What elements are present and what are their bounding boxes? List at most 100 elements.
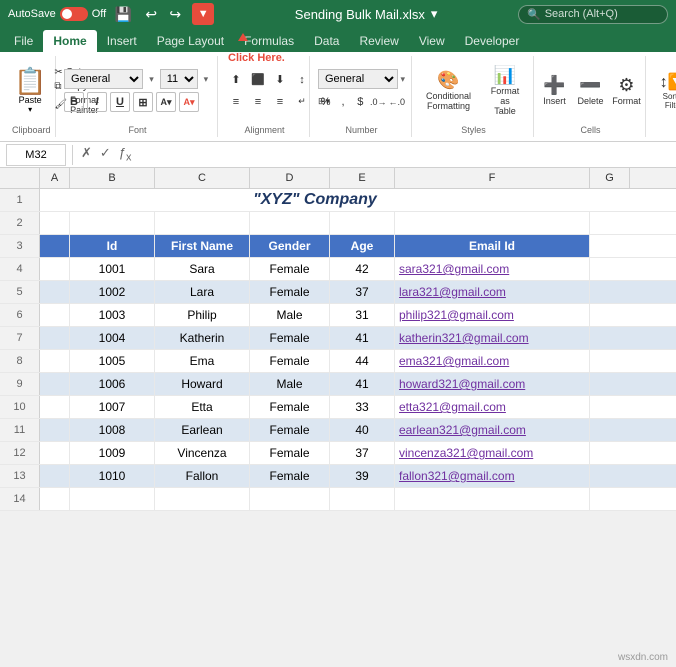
cell-name[interactable]: Earlean [155,419,250,441]
cell[interactable] [40,396,70,418]
cell-age[interactable]: 41 [330,373,395,395]
undo-button[interactable]: ↩ [140,3,162,25]
delete-cells-button[interactable]: ➖ Delete [575,73,607,108]
cell[interactable] [40,235,70,257]
cell-gender[interactable]: Female [250,350,330,372]
cell-name[interactable]: Etta [155,396,250,418]
cell-email[interactable]: etta321@gmail.com [395,396,590,418]
cell[interactable] [330,488,395,510]
cell-email[interactable]: vincenza321@gmail.com [395,442,590,464]
number-format-select[interactable]: General [318,69,398,89]
cell-email[interactable]: fallon321@gmail.com [395,465,590,487]
insert-function-icon[interactable]: ƒx [117,143,134,166]
cell-age[interactable]: 37 [330,281,395,303]
cell[interactable] [40,465,70,487]
search-box[interactable]: 🔍 Search (Alt+Q) [518,5,668,24]
cell-name[interactable]: Vincenza [155,442,250,464]
cell-age[interactable]: 31 [330,304,395,326]
italic-button[interactable]: I [87,92,107,112]
cell-email[interactable]: sara321@gmail.com [395,258,590,280]
tab-developer[interactable]: Developer [455,30,530,52]
cell-gender[interactable]: Female [250,465,330,487]
tab-review[interactable]: Review [349,30,408,52]
cell[interactable] [40,258,70,280]
font-name-select[interactable]: General [64,69,143,89]
sort-filter-button[interactable]: ↕🔽 Sort & Filter [654,70,676,112]
cell-name[interactable]: Ema [155,350,250,372]
quick-access-button[interactable]: ▼ [192,3,214,25]
cell-gender[interactable]: Female [250,258,330,280]
align-middle-button[interactable]: ⬛ [248,70,268,90]
cell-gender[interactable]: Female [250,419,330,441]
cell[interactable] [40,304,70,326]
paste-button[interactable]: 📋 Paste ▾ [12,66,48,116]
tab-data[interactable]: Data [304,30,349,52]
font-name-dropdown[interactable]: ▾ [146,69,156,89]
cell-id[interactable]: 1002 [70,281,155,303]
increase-decimal-button[interactable]: .0→ [370,92,387,112]
percent-button[interactable]: % [318,92,333,112]
cell[interactable] [330,212,395,234]
currency-button[interactable]: $ [353,92,368,112]
cell[interactable] [395,488,590,510]
format-as-table-button[interactable]: 📊 Format as Table [483,63,527,118]
align-left-button[interactable]: ≡ [226,92,246,112]
formula-input[interactable] [137,144,670,166]
cell[interactable] [155,212,250,234]
cell-age[interactable]: 42 [330,258,395,280]
align-top-button[interactable]: ⬆ [226,70,246,90]
cell[interactable] [70,488,155,510]
cell-gender[interactable]: Female [250,442,330,464]
text-direction-button[interactable]: ↕ [292,70,312,90]
cell-age[interactable]: 33 [330,396,395,418]
number-format-dropdown[interactable]: ▾ [400,74,405,85]
cell-name[interactable]: Katherin [155,327,250,349]
align-bottom-button[interactable]: ⬇ [270,70,290,90]
cell-gender[interactable]: Female [250,327,330,349]
decrease-decimal-button[interactable]: ←.0 [389,92,406,112]
cell-name[interactable]: Fallon [155,465,250,487]
cell-age[interactable]: 44 [330,350,395,372]
font-size-select[interactable]: 11 [160,69,198,89]
cell[interactable] [40,419,70,441]
cell[interactable] [250,212,330,234]
autosave-toggle[interactable] [60,7,88,21]
font-color-button[interactable]: A▾ [179,92,199,112]
save-button[interactable]: 💾 [112,3,134,25]
tab-view[interactable]: View [409,30,455,52]
cell-name[interactable]: Howard [155,373,250,395]
cell[interactable] [40,212,70,234]
cell-id[interactable]: 1001 [70,258,155,280]
cell-name[interactable]: Lara [155,281,250,303]
cell-age[interactable]: 39 [330,465,395,487]
cell[interactable] [40,327,70,349]
cell[interactable] [155,488,250,510]
underline-button[interactable]: U [110,92,130,112]
cell-email[interactable]: howard321@gmail.com [395,373,590,395]
cell-email[interactable]: philip321@gmail.com [395,304,590,326]
cell-gender[interactable]: Male [250,304,330,326]
cell-id[interactable]: 1004 [70,327,155,349]
cancel-formula-icon[interactable]: ✗ [79,143,94,166]
cell[interactable] [395,212,590,234]
tab-insert[interactable]: Insert [97,30,147,52]
fill-color-button[interactable]: A▾ [156,92,176,112]
cell-id[interactable]: 1008 [70,419,155,441]
tab-page-layout[interactable]: Page Layout [147,30,234,52]
bold-button[interactable]: B [64,92,84,112]
cell-id[interactable]: 1005 [70,350,155,372]
cell-email[interactable]: ema321@gmail.com [395,350,590,372]
cell-reference-input[interactable] [6,144,66,166]
cell[interactable] [40,373,70,395]
autosave-control[interactable]: AutoSave Off [8,7,106,21]
cell-gender[interactable]: Female [250,396,330,418]
cell-name[interactable]: Philip [155,304,250,326]
cell-email[interactable]: katherin321@gmail.com [395,327,590,349]
font-size-dropdown[interactable]: ▾ [201,69,211,89]
cell[interactable] [40,350,70,372]
confirm-formula-icon[interactable]: ✓ [98,143,113,166]
cell-id[interactable]: 1006 [70,373,155,395]
cell-gender[interactable]: Male [250,373,330,395]
cell-id[interactable]: 1009 [70,442,155,464]
cell-age[interactable]: 40 [330,419,395,441]
